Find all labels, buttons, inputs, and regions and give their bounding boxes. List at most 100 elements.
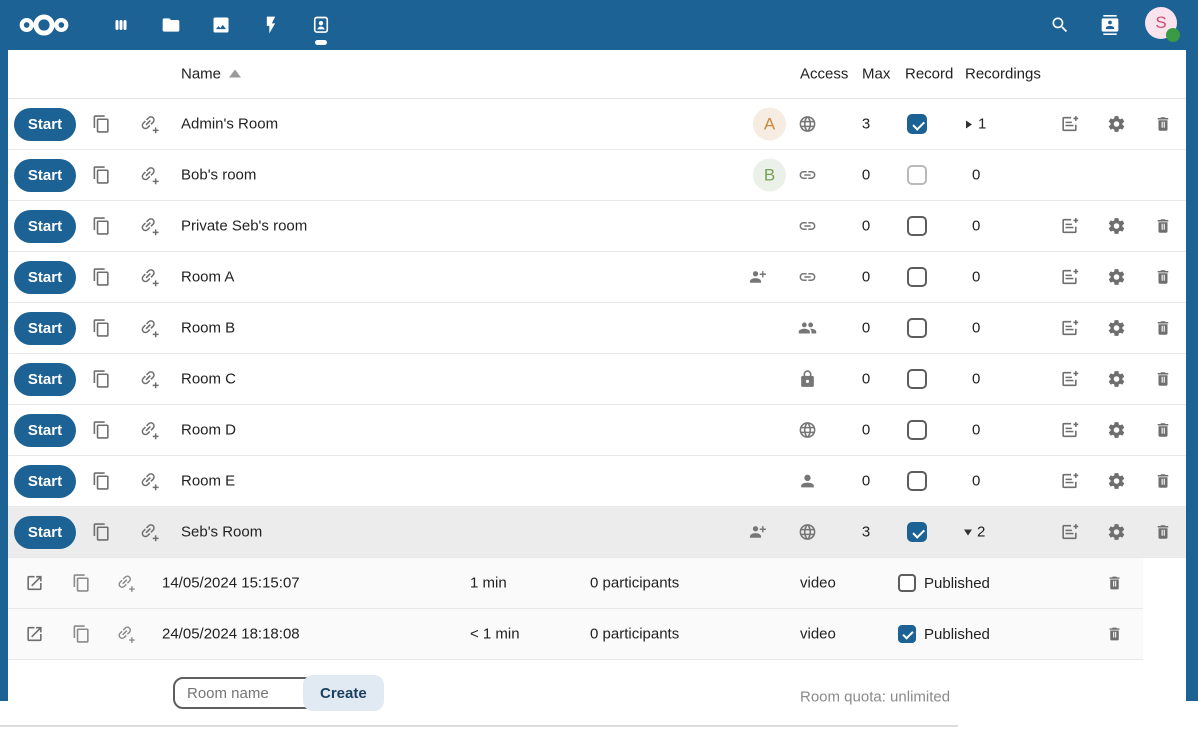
start-button[interactable]: Start [14,363,76,396]
start-button[interactable]: Start [14,516,76,549]
create-room-button[interactable]: Create [303,675,384,711]
copy-room-link-button[interactable] [92,370,111,389]
record-checkbox[interactable] [907,318,927,338]
column-header-access: Access [800,66,848,83]
recordings-cell[interactable]: 0 [958,167,980,184]
search-button[interactable] [1040,5,1080,45]
edit-room-button[interactable] [1060,319,1079,338]
copy-recording-link-button[interactable] [72,625,91,644]
open-recording-button[interactable] [25,574,44,593]
copy-recording-link-button[interactable] [72,574,91,593]
add-recording-link-button[interactable] [116,624,136,644]
copy-room-link-button[interactable] [92,421,111,440]
delete-recording-button[interactable] [1106,575,1123,592]
add-link-button[interactable] [139,216,160,237]
record-checkbox[interactable] [907,216,927,236]
recordings-cell[interactable]: 0 [958,422,980,439]
recordings-cell[interactable]: 0 [958,371,980,388]
recordings-cell[interactable]: 0 [958,320,980,337]
app-menu-item-files[interactable] [146,0,196,50]
copy-room-link-button[interactable] [92,319,111,338]
add-link-button[interactable] [139,267,160,288]
add-link-button[interactable] [139,369,160,390]
delete-room-button[interactable] [1154,421,1172,439]
add-link-button[interactable] [139,165,160,186]
app-menu-item-photos[interactable] [196,0,246,50]
start-button[interactable]: Start [14,312,76,345]
edit-room-button[interactable] [1060,523,1079,542]
copy-room-link-button[interactable] [92,115,111,134]
add-link-button[interactable] [139,420,160,441]
delete-room-button[interactable] [1154,217,1172,235]
start-button[interactable]: Start [14,108,76,141]
app-menu-item-bbb[interactable] [296,0,346,50]
add-link-button[interactable] [139,114,160,135]
add-link-button[interactable] [139,471,160,492]
add-link-button[interactable] [139,318,160,339]
recordings-cell[interactable]: 0 [958,218,980,235]
start-button[interactable]: Start [14,414,76,447]
app-menu-item-activity[interactable] [246,0,296,50]
start-button[interactable]: Start [14,159,76,192]
room-settings-button[interactable] [1107,523,1126,542]
delete-room-button[interactable] [1154,523,1172,541]
recordings-cell[interactable]: 1 [958,116,986,133]
copy-room-link-button[interactable] [92,217,111,236]
delete-room-button[interactable] [1154,115,1172,133]
record-checkbox[interactable] [907,267,927,287]
column-header-name[interactable]: Name [181,66,241,83]
record-checkbox[interactable] [907,471,927,491]
copy-room-link-button[interactable] [92,523,111,542]
nextcloud-logo-icon[interactable] [18,11,70,39]
copy-room-link-button[interactable] [92,268,111,287]
add-link-button[interactable] [139,522,160,543]
recordings-cell[interactable]: 2 [958,524,985,541]
edit-room-button[interactable] [1060,268,1079,287]
contacts-button[interactable] [1090,5,1130,45]
copy-room-link-button[interactable] [92,166,111,185]
recordings-cell[interactable]: 0 [958,269,980,286]
copy-room-link-button[interactable] [92,472,111,491]
recordings-count: 0 [972,371,980,388]
published-checkbox[interactable] [898,625,916,643]
edit-room-button[interactable] [1060,370,1079,389]
gear-icon [1107,370,1126,389]
app-menu-item-dashboard[interactable] [96,0,146,50]
room-settings-button[interactable] [1107,370,1126,389]
edit-note-icon [1060,115,1079,134]
record-checkbox[interactable] [907,114,927,134]
room-settings-button[interactable] [1107,421,1126,440]
edit-room-button[interactable] [1060,421,1079,440]
open-recording-button[interactable] [25,625,44,644]
link-icon [798,268,817,287]
delete-room-button[interactable] [1154,472,1172,490]
edit-room-button[interactable] [1060,472,1079,491]
edit-room-button[interactable] [1060,115,1079,134]
record-checkbox[interactable] [907,369,927,389]
gear-icon [1107,472,1126,491]
room-name-input[interactable] [173,677,319,709]
room-settings-button[interactable] [1107,115,1126,134]
published-checkbox[interactable] [898,574,916,592]
record-checkbox[interactable] [907,420,927,440]
record-checkbox[interactable] [907,522,927,542]
room-settings-button[interactable] [1107,217,1126,236]
recordings-cell[interactable]: 0 [958,473,980,490]
user-avatar[interactable]: S [1145,7,1177,39]
room-settings-button[interactable] [1107,472,1126,491]
copy-icon [92,217,111,236]
delete-room-button[interactable] [1154,319,1172,337]
start-button[interactable]: Start [14,210,76,243]
room-settings-button[interactable] [1107,319,1126,338]
start-button[interactable]: Start [14,261,76,294]
delete-room-button[interactable] [1154,268,1172,286]
link-plus-icon [139,114,160,135]
record-checkbox[interactable] [907,165,927,185]
delete-room-button[interactable] [1154,370,1172,388]
add-recording-link-button[interactable] [116,573,136,593]
edit-room-button[interactable] [1060,217,1079,236]
copy-icon [92,421,111,440]
start-button[interactable]: Start [14,465,76,498]
delete-recording-button[interactable] [1106,626,1123,643]
room-settings-button[interactable] [1107,268,1126,287]
